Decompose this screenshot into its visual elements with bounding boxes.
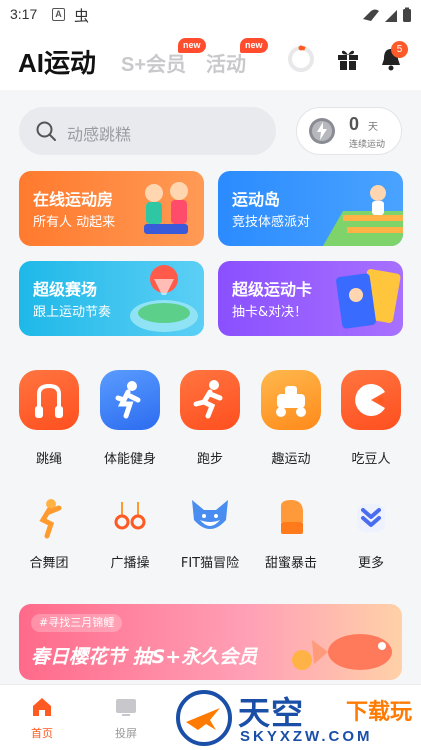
- nav-label: 首页: [31, 727, 53, 740]
- card-subtitle: 所有人 动起来: [33, 215, 116, 230]
- running-icon: [180, 370, 240, 430]
- card-title: 超级赛场: [33, 280, 98, 299]
- gift-icon[interactable]: [333, 44, 363, 74]
- status-time: 3:17: [10, 6, 38, 22]
- notification-a-icon: A: [52, 8, 65, 21]
- grid-item-jump-rope[interactable]: 跳绳: [9, 370, 89, 470]
- grid-label: 趣运动: [271, 452, 311, 467]
- tab-ai-sport[interactable]: AI运动: [18, 43, 96, 80]
- grid-label: 跳绳: [35, 452, 62, 467]
- more-chevron-icon: [357, 504, 385, 532]
- grid-item-dance[interactable]: 合舞团: [9, 496, 89, 586]
- nav-label: 投屏: [115, 727, 137, 740]
- streak-widget[interactable]: 0 天 连续运动: [296, 107, 402, 155]
- app-notification-icon: 虫: [74, 7, 90, 25]
- streak-count: 0: [349, 114, 360, 134]
- fitness-icon: [100, 370, 160, 430]
- boxing-glove-icon: [281, 500, 303, 534]
- card-subtitle: 跟上运动节奏: [33, 305, 112, 320]
- lightning-badge-icon: [309, 118, 335, 144]
- search-placeholder: 动感跳糕: [67, 125, 132, 144]
- grid-label: 跑步: [196, 452, 223, 467]
- new-badge: new: [178, 38, 206, 53]
- home-icon: [33, 698, 51, 716]
- watermark-text-secondary: 下载玩: [346, 700, 413, 725]
- card-title: 在线运动房: [33, 190, 114, 209]
- search-icon: [36, 121, 56, 141]
- nav-home[interactable]: 首页: [12, 695, 72, 745]
- dance-icon: [39, 499, 62, 539]
- characters-illustration-icon: [144, 182, 188, 234]
- new-badge: new: [240, 38, 268, 53]
- grid-item-running[interactable]: 跑步: [170, 370, 250, 470]
- grid-label: 更多: [357, 556, 384, 571]
- ring-progress-icon[interactable]: [286, 44, 316, 74]
- card-title: 运动岛: [232, 190, 281, 209]
- balloon-illustration-icon: [130, 265, 198, 332]
- promo-tag: #寻找三月锦鲤: [31, 614, 123, 632]
- card-subtitle: 抽卡&对决！: [232, 305, 308, 320]
- grid-item-fitness[interactable]: 体能健身: [90, 370, 170, 470]
- card-title: 超级运动卡: [232, 280, 313, 299]
- tab-vip[interactable]: S+会员: [121, 48, 186, 77]
- jump-rope-icon: [19, 370, 79, 430]
- rings-icon: [114, 502, 146, 530]
- promo-banner[interactable]: #寻找三月锦鲤 春日樱花节 抽S+永久会员: [19, 604, 402, 680]
- top-header: AI运动 S+会员 new 活动 new 5: [0, 30, 421, 90]
- card-subtitle: 竞技体感派对: [232, 215, 311, 230]
- search-input[interactable]: 动感跳糕: [19, 107, 276, 155]
- pacman-icon: [341, 370, 401, 430]
- nav-cast[interactable]: 投屏: [96, 695, 156, 745]
- status-bar: 3:17 A 虫: [0, 0, 421, 30]
- card-online-room[interactable]: 在线运动房 所有人 动起来: [19, 171, 204, 246]
- streak-label: 连续运动: [349, 140, 386, 150]
- grid-item-more[interactable]: 更多: [331, 496, 411, 586]
- grid-label: FIT猫冒险: [180, 556, 240, 571]
- grid-item-sweet-strike[interactable]: 甜蜜暴击: [251, 496, 331, 586]
- tv-icon: [116, 699, 136, 716]
- fox-icon: [192, 500, 228, 529]
- system-status-icons: [363, 7, 411, 22]
- grid-label: 合舞团: [29, 556, 69, 571]
- watermark-logo: 天空 下载玩 SKYXZW.COM: [170, 686, 421, 750]
- fun-sport-icon: [261, 370, 321, 430]
- grid-item-broadcast-exercise[interactable]: 广播操: [90, 496, 170, 586]
- grid-label: 广播操: [110, 556, 150, 571]
- grid-label: 吃豆人: [351, 452, 391, 467]
- card-sport-island[interactable]: 运动岛 竞技体感派对: [218, 171, 403, 246]
- card-super-sport-card[interactable]: 超级运动卡 抽卡&对决！: [218, 261, 403, 336]
- grid-item-fit-cat-adventure[interactable]: FIT猫冒险: [170, 496, 250, 586]
- watermark-url: SKYXZW.COM: [240, 728, 373, 745]
- promo-title: 春日樱花节 抽S+永久会员: [31, 646, 258, 668]
- card-super-arena[interactable]: 超级赛场 跟上运动节奏: [19, 261, 204, 336]
- koi-fish-illustration-icon: [292, 634, 392, 670]
- trading-cards-icon: [336, 269, 401, 329]
- grid-label: 甜蜜暴击: [264, 556, 317, 571]
- grid-item-pacman[interactable]: 吃豆人: [331, 370, 411, 470]
- island-illustration-icon: [323, 185, 403, 246]
- streak-unit: 天: [368, 122, 378, 133]
- notification-count-badge: 5: [391, 41, 408, 58]
- grid-label: 体能健身: [103, 452, 156, 467]
- grid-item-fun-sport[interactable]: 趣运动: [251, 370, 331, 470]
- watermark-plane-icon: [176, 690, 232, 746]
